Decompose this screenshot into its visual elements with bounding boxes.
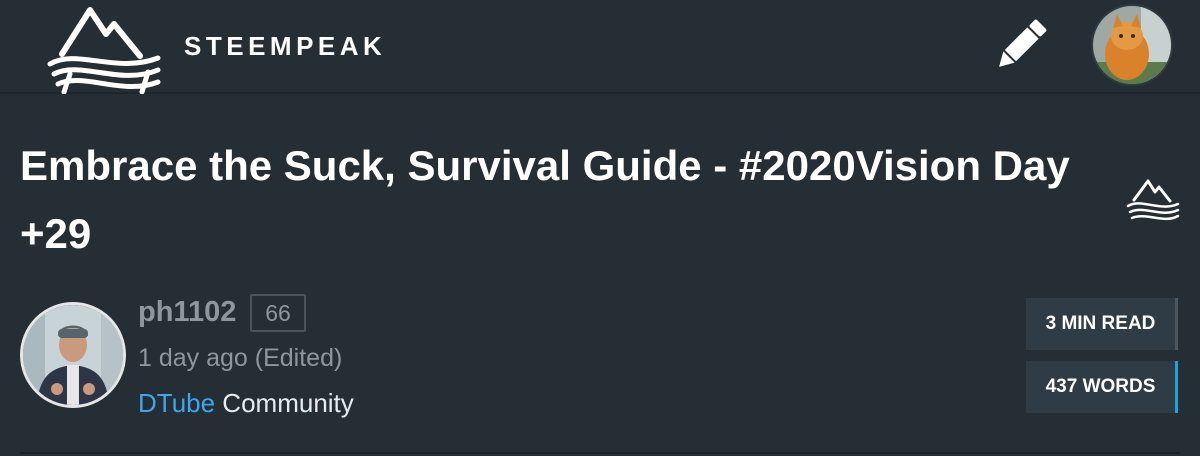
read-time-badge: 3 MIN READ — [1026, 298, 1178, 350]
divider — [20, 452, 1180, 454]
author-avatar[interactable] — [20, 302, 126, 408]
pencil-icon[interactable] — [990, 14, 1052, 76]
author-username[interactable]: ph1102 — [138, 292, 236, 332]
post-page: STEEMPEAK Embrace the Suck, Survival Gui… — [0, 0, 1200, 456]
community-label: Community — [215, 388, 354, 418]
author-avatar-image — [23, 305, 123, 405]
user-avatar-image — [1093, 6, 1171, 84]
post-timestamp: 1 day ago (Edited) — [138, 344, 343, 372]
post-title: Embrace the Suck, Survival Guide - #2020… — [20, 142, 1070, 257]
brand-name[interactable]: STEEMPEAK — [184, 28, 386, 64]
reputation-badge: 66 — [250, 294, 306, 332]
steempeak-small-logo-icon — [1126, 179, 1180, 221]
steempeak-mountain-logo-icon[interactable] — [46, 4, 164, 94]
community-line: DTube Community — [138, 385, 354, 421]
word-count-badge: 437 WORDS — [1026, 361, 1178, 413]
user-avatar[interactable] — [1093, 6, 1171, 84]
top-navigation-bar: STEEMPEAK — [0, 0, 1200, 94]
community-link[interactable]: DTube — [138, 388, 215, 418]
